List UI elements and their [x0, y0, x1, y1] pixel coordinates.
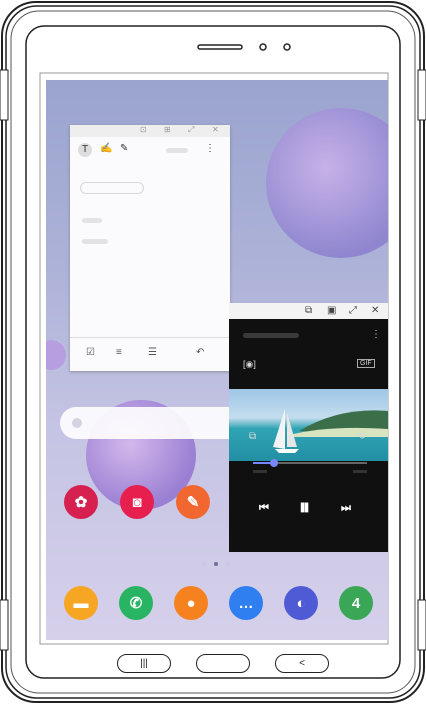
- next-button[interactable]: ⏭: [341, 502, 351, 515]
- numbered-list-icon[interactable]: ☰: [148, 347, 157, 358]
- page-dot[interactable]: [226, 562, 230, 566]
- rotate-icon[interactable]: ⟲: [357, 431, 365, 442]
- recents-button[interactable]: |||: [117, 654, 171, 673]
- search-bar[interactable]: [60, 407, 246, 439]
- wallpaper-sphere-edge: [46, 340, 66, 370]
- flower-app-icon[interactable]: ✿: [64, 485, 98, 519]
- folder-app-icon[interactable]: ▬: [64, 586, 98, 620]
- sailboat-scene: [273, 409, 388, 453]
- duration-label: [353, 470, 367, 473]
- video-frame[interactable]: [229, 389, 388, 461]
- pen-tool-icon[interactable]: ✍: [100, 143, 112, 154]
- tablet-screen: ⊡ ⊞ ⤢ ✕ T ✍ ✎ ⋮ ☑ ≡ ☰ ↶ ✿ ◙ ✎ ▬ ✆ ● … ◐ …: [46, 80, 388, 640]
- window-minimize-icon[interactable]: ⊡: [140, 125, 147, 134]
- contacts-app-icon[interactable]: ●: [174, 586, 208, 620]
- wallpaper-sphere-large: [266, 108, 388, 258]
- pause-button[interactable]: ⏸: [299, 494, 310, 520]
- camera-app-icon[interactable]: ◙: [120, 485, 154, 519]
- calendar-app-icon[interactable]: 4: [339, 586, 373, 620]
- previous-button[interactable]: ⏮: [259, 502, 269, 515]
- video-title-label: [243, 333, 299, 338]
- notes-title-bar[interactable]: ⊡ ⊞ ⤢ ✕: [70, 125, 230, 137]
- capture-icon[interactable]: [◉]: [243, 359, 256, 370]
- video-popup-window[interactable]: ⧉ ▣ ⤢ ✕ ⋮ [◉] GIF ⧉ ⟲ ⏮ ⏸ ⏭: [229, 303, 388, 552]
- window-close-icon[interactable]: ✕: [212, 125, 219, 134]
- notes-title-field[interactable]: [80, 182, 144, 194]
- search-icon: [72, 418, 82, 428]
- window-fullscreen-icon[interactable]: ⤢: [188, 125, 194, 135]
- bullet-list-icon[interactable]: ≡: [116, 347, 122, 358]
- notes-app-icon[interactable]: ✎: [176, 485, 210, 519]
- messages-app-icon[interactable]: …: [229, 586, 263, 620]
- undo-icon[interactable]: ↶: [196, 347, 204, 358]
- more-options-icon[interactable]: ⋮: [371, 329, 381, 340]
- progress-track[interactable]: [253, 459, 367, 467]
- brush-tool-icon[interactable]: ✎: [120, 143, 128, 154]
- phone-app-icon[interactable]: ✆: [119, 586, 153, 620]
- notes-popup-window[interactable]: ⊡ ⊞ ⤢ ✕ T ✍ ✎ ⋮ ☑ ≡ ☰ ↶: [70, 125, 230, 371]
- progress-knob[interactable]: [269, 459, 278, 467]
- divider: [70, 337, 230, 338]
- checklist-icon[interactable]: ☑: [86, 347, 95, 358]
- gif-icon[interactable]: GIF: [357, 359, 375, 368]
- elapsed-time-label: [253, 470, 267, 473]
- notes-text-line: [82, 218, 102, 223]
- page-dot[interactable]: [202, 562, 206, 566]
- popup-view-icon[interactable]: ⧉: [249, 431, 256, 442]
- video-title-bar[interactable]: ⧉ ▣ ⤢ ✕: [229, 303, 388, 319]
- notes-text-line: [82, 239, 108, 244]
- back-button[interactable]: <: [275, 654, 329, 673]
- more-options-icon[interactable]: ⋮: [205, 143, 215, 154]
- window-close-icon[interactable]: ✕: [371, 305, 379, 316]
- page-dot-active[interactable]: [214, 562, 218, 566]
- text-tool-icon[interactable]: T: [78, 143, 92, 157]
- internet-app-icon[interactable]: ◐: [284, 586, 318, 620]
- window-opacity-icon[interactable]: ▣: [327, 305, 336, 316]
- window-opacity-icon[interactable]: ⊞: [164, 125, 171, 134]
- home-button[interactable]: [196, 654, 250, 673]
- toolbar-placeholder-label: [166, 148, 188, 153]
- window-fullscreen-icon[interactable]: ⤢: [349, 305, 357, 316]
- window-minimize-icon[interactable]: ⧉: [305, 305, 312, 316]
